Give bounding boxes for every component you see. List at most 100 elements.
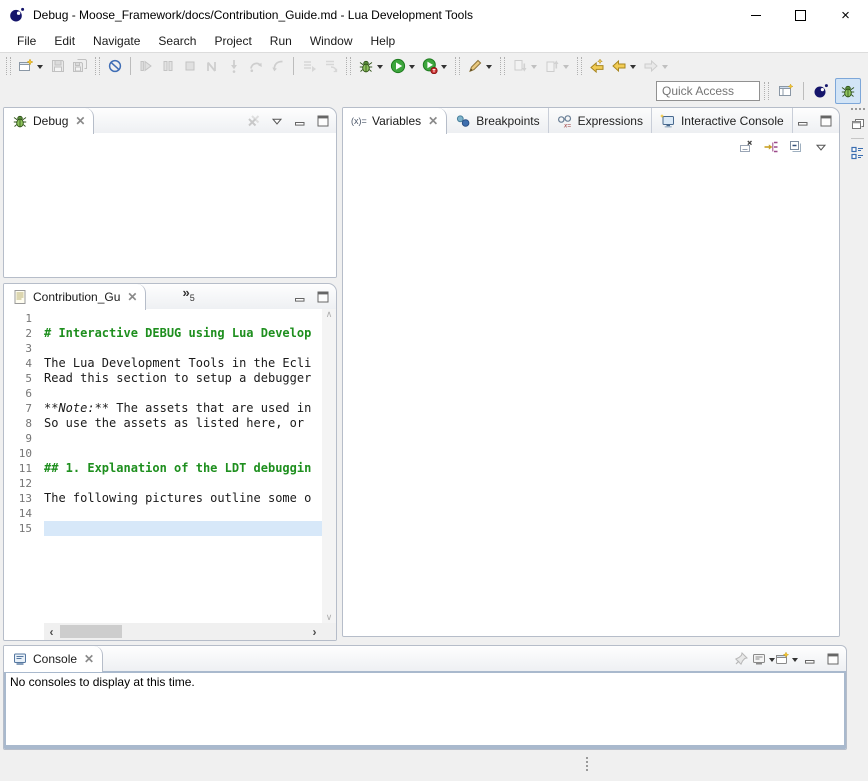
display-console-icon: [751, 651, 767, 667]
chevron-down-icon[interactable]: [792, 658, 798, 665]
window-minimize-button[interactable]: [733, 0, 778, 30]
chevron-down-icon[interactable]: [37, 65, 43, 72]
step-into-button: [223, 55, 245, 77]
scroll-right-icon[interactable]: ›: [307, 623, 322, 640]
view-menu-button[interactable]: [269, 113, 285, 129]
maximize-icon: [818, 113, 834, 129]
previous-annotation-button: [541, 55, 573, 77]
coverage-button[interactable]: [419, 55, 451, 77]
title-bar: Debug - Moose_Framework/docs/Contributio…: [0, 0, 868, 30]
back-button[interactable]: [608, 55, 640, 77]
chevron-down-icon[interactable]: [409, 65, 415, 72]
new-wizard-button[interactable]: [15, 55, 47, 77]
chevron-down-icon[interactable]: [486, 65, 492, 72]
display-console-button[interactable]: [756, 651, 772, 667]
resume-button: [135, 55, 157, 77]
toolbar-drag-handle: [6, 57, 11, 75]
close-icon[interactable]: ✕: [75, 115, 85, 127]
terminate-icon: [182, 58, 198, 74]
show-logical-structures-icon: [763, 139, 779, 155]
lua-perspective-button[interactable]: [809, 79, 833, 103]
minimize-button[interactable]: [802, 651, 818, 667]
tab-editor-contribution-guide[interactable]: Contribution_Gu ✕: [4, 284, 146, 310]
collapse-all-button[interactable]: [788, 139, 804, 155]
close-icon[interactable]: ✕: [84, 653, 94, 665]
maximize-button[interactable]: [315, 113, 331, 129]
menu-search[interactable]: Search: [149, 32, 205, 50]
menu-edit[interactable]: Edit: [45, 32, 84, 50]
outline-view-button[interactable]: [850, 145, 866, 161]
external-tools-button[interactable]: [464, 55, 496, 77]
forward-button: [640, 55, 672, 77]
trim-separator: [851, 138, 864, 139]
show-logical-structures-button[interactable]: [763, 139, 779, 155]
more-editors-chevron[interactable]: »5: [182, 284, 194, 309]
chevron-down-icon[interactable]: [662, 65, 668, 72]
close-icon[interactable]: ✕: [127, 291, 137, 303]
next-annotation-button: [509, 55, 541, 77]
maximize-button[interactable]: [315, 289, 331, 305]
debug-button[interactable]: [355, 55, 387, 77]
scrollbar-thumb[interactable]: [60, 625, 122, 638]
chevron-down-icon[interactable]: [630, 65, 636, 72]
close-icon[interactable]: ✕: [428, 115, 438, 127]
tab-console[interactable]: Console ✕: [4, 646, 103, 672]
chevron-down-icon[interactable]: [531, 65, 537, 72]
remove-terminated-icon: [246, 113, 262, 129]
skip-breakpoints-button[interactable]: [104, 55, 126, 77]
line-number: 7: [4, 401, 32, 416]
scroll-up-icon[interactable]: ∧: [326, 309, 333, 320]
menu-file[interactable]: File: [8, 32, 45, 50]
step-return-icon: [270, 58, 286, 74]
tab-interactive-console[interactable]: Interactive Console: [652, 108, 793, 133]
restore-views-button[interactable]: [850, 116, 866, 132]
code-line: # Interactive DEBUG using Lua Develop: [44, 326, 322, 341]
show-type-names-button[interactable]: [738, 139, 754, 155]
minimize-button[interactable]: [795, 113, 811, 129]
last-edit-location-button[interactable]: [586, 55, 608, 77]
step-return-button: [267, 55, 289, 77]
status-bar: [0, 750, 868, 781]
window-close-button[interactable]: ×: [823, 0, 868, 30]
console-content: No consoles to display at this time.: [4, 671, 846, 749]
chevron-down-icon[interactable]: [563, 65, 569, 72]
editor-horizontal-scrollbar[interactable]: ‹ ›: [44, 623, 322, 640]
menu-window[interactable]: Window: [301, 32, 362, 50]
tab-variables[interactable]: (x)=Variables✕: [343, 108, 447, 134]
tab-breakpoints[interactable]: Breakpoints: [447, 108, 548, 133]
menu-project[interactable]: Project: [205, 32, 260, 50]
line-number: 1: [4, 311, 32, 326]
tab-expressions[interactable]: x=Expressions: [549, 108, 652, 133]
debug-view-content: [4, 133, 336, 277]
minimize-button[interactable]: [292, 289, 308, 305]
chevron-down-icon[interactable]: [441, 65, 447, 72]
scroll-left-icon[interactable]: ‹: [44, 623, 59, 640]
tab-label: Interactive Console: [681, 114, 784, 128]
maximize-button[interactable]: [818, 113, 834, 129]
chevron-down-icon[interactable]: [377, 65, 383, 72]
use-step-filters-button: [320, 55, 342, 77]
maximize-button[interactable]: [825, 651, 841, 667]
window-maximize-button[interactable]: [778, 0, 823, 30]
menu-run[interactable]: Run: [261, 32, 301, 50]
debug-perspective-button[interactable]: [835, 78, 861, 104]
open-perspective-button[interactable]: [774, 79, 798, 103]
show-type-names-icon: [738, 139, 754, 155]
scrollbar-corner: [322, 623, 336, 640]
tab-debug-view[interactable]: Debug ✕: [4, 108, 94, 134]
menu-help[interactable]: Help: [362, 32, 405, 50]
external-tools-icon: [467, 58, 483, 74]
scroll-down-icon[interactable]: ∨: [326, 612, 333, 623]
code-line: Read this section to setup a debugger: [44, 371, 322, 386]
line-number: 10: [4, 446, 32, 461]
next-annotation-icon: [512, 58, 528, 74]
run-button[interactable]: [387, 55, 419, 77]
tab-label: Expressions: [578, 114, 643, 128]
quick-access-input[interactable]: [656, 81, 760, 101]
menu-navigate[interactable]: Navigate: [84, 32, 149, 50]
open-console-button[interactable]: [779, 651, 795, 667]
editor-vertical-scrollbar[interactable]: ∧∨: [322, 309, 336, 623]
view-menu-button[interactable]: [813, 139, 829, 155]
code-area[interactable]: # Interactive DEBUG using Lua DevelopThe…: [44, 311, 322, 623]
minimize-button[interactable]: [292, 113, 308, 129]
